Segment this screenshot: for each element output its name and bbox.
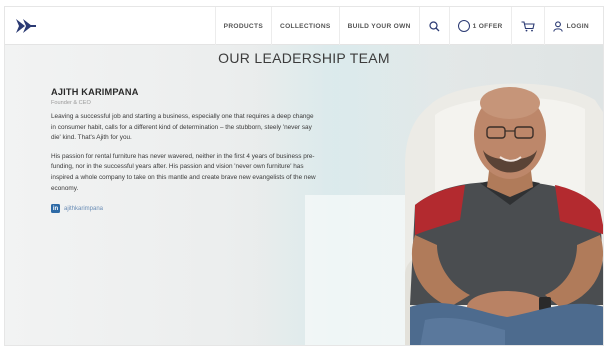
- linkedin-link[interactable]: in ajithkarimpana: [51, 204, 319, 214]
- leader-role: Founder & CEO: [51, 100, 91, 106]
- bio-paragraph: His passion for rental furniture has nev…: [51, 152, 316, 192]
- login-button[interactable]: LOGIN: [543, 7, 597, 45]
- leader-name: AJITH KARIMPANA: [51, 87, 139, 97]
- page-title: OUR LEADERSHIP TEAM: [218, 50, 390, 66]
- login-label: LOGIN: [566, 22, 589, 30]
- site-header: PRODUCTS COLLECTIONS BUILD YOUR OWN 1 OF…: [5, 7, 603, 45]
- nav-products[interactable]: PRODUCTS: [214, 7, 271, 45]
- linkedin-icon: in: [51, 204, 60, 214]
- leader-bio: AJITH KARIMPANA Founder & CEO Leaving a …: [51, 87, 319, 214]
- user-icon: [552, 20, 563, 32]
- nav-build-your-own[interactable]: BUILD YOUR OWN: [338, 7, 419, 45]
- page-frame: PRODUCTS COLLECTIONS BUILD YOUR OWN 1 OF…: [4, 6, 604, 346]
- offer-label: 1 OFFER: [472, 22, 503, 30]
- offer-button[interactable]: 1 OFFER: [448, 7, 511, 45]
- offer-icon: [457, 20, 470, 32]
- nav-collections-label: COLLECTIONS: [280, 22, 331, 30]
- leadership-hero: OUR LEADERSHIP TEAM AJITH KARIMPANA Foun…: [5, 45, 603, 345]
- cart-button[interactable]: [510, 7, 544, 45]
- nav-products-label: PRODUCTS: [223, 22, 264, 30]
- linkedin-handle: ajithkarimpana: [64, 205, 104, 212]
- search-button[interactable]: [418, 7, 449, 45]
- bio-paragraph: Leaving a successful job and starting a …: [51, 113, 314, 142]
- cart-icon: [521, 20, 535, 31]
- nav-build-label: BUILD YOUR OWN: [347, 22, 411, 30]
- nav-collections[interactable]: COLLECTIONS: [271, 7, 339, 45]
- search-icon: [429, 20, 440, 31]
- arrow-logo-icon[interactable]: [15, 17, 37, 35]
- main-nav: PRODUCTS COLLECTIONS BUILD YOUR OWN 1 OF…: [214, 7, 597, 45]
